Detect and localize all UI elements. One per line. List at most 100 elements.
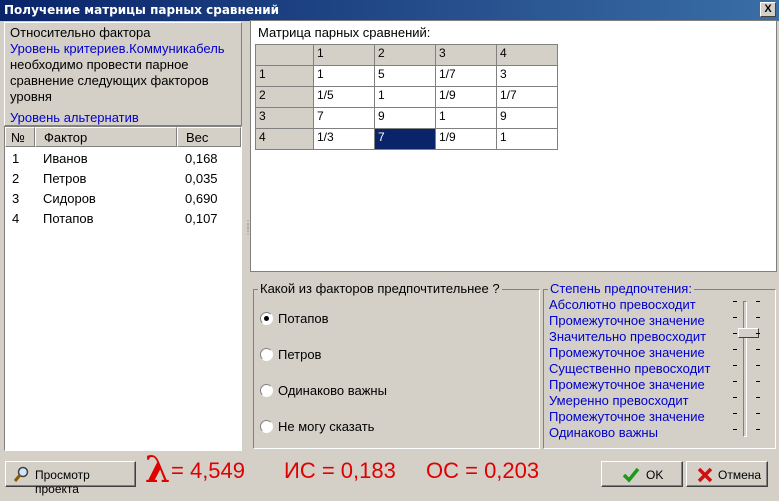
factor-name: Иванов [43, 151, 88, 166]
degree-label: Промежуточное значение [549, 345, 705, 360]
column-header-weight[interactable]: Вес [177, 127, 241, 147]
factor-name: Сидоров [43, 191, 96, 206]
lambda-value: = 4,549 [171, 458, 246, 483]
matrix-cell[interactable]: 1/3 [313, 128, 375, 150]
cancel-x-icon [697, 467, 713, 483]
radio-label: Не могу сказать [278, 419, 375, 434]
magnifier-icon [13, 466, 29, 482]
factor-weight: 0,168 [185, 151, 218, 166]
close-button[interactable]: X [760, 2, 776, 17]
close-icon: X [764, 3, 772, 15]
table-row[interactable]: 1 Иванов 0,168 [5, 149, 241, 169]
factor-weight: 0,107 [185, 211, 218, 226]
degree-label: Абсолютно превосходит [549, 297, 696, 312]
factor-name: Потапов [43, 211, 94, 226]
matrix-cell[interactable]: 1/9 [435, 128, 497, 150]
info-criterion-level: Уровень критериев.Коммуникабель [10, 41, 225, 56]
degree-title: Степень предпочтения: [548, 281, 694, 296]
radio-button-icon[interactable] [260, 312, 273, 325]
comparison-matrix[interactable]: 1 2 3 4 1 1 5 1/7 3 2 1/5 1 1/9 1/7 3 7 9 1 9 4 1/3 7 1/9 1 [255, 44, 558, 150]
info-line-3: необходимо провести парное [10, 57, 189, 72]
info-line-4: сравнение следующих факторов [10, 73, 209, 88]
splitter-handle[interactable]: ⋮ ⋮ ⋮ [244, 220, 252, 248]
matrix-corner [255, 44, 314, 66]
matrix-cell[interactable]: 1/9 [435, 86, 497, 108]
radio-button-icon[interactable] [260, 384, 273, 397]
radio-button-icon[interactable] [260, 420, 273, 433]
consistency-index: ИС = 0,183 [284, 458, 396, 483]
matrix-col-header: 1 [313, 44, 375, 66]
degree-scale-labels: Абсолютно превосходит Промежуточное значе… [549, 297, 710, 441]
matrix-cell[interactable]: 1 [435, 107, 497, 129]
consistency-ratio: ОС = 0,203 [426, 458, 540, 483]
factor-num: 3 [12, 191, 20, 206]
column-header-factor[interactable]: Фактор [35, 127, 177, 147]
degree-label: Одинаково важны [549, 425, 658, 440]
matrix-label: Матрица парных сравнений: [258, 25, 431, 40]
matrix-row-header: 1 [255, 65, 314, 87]
matrix-panel: Матрица парных сравнений: 1 2 3 4 1 1 5 1/7 3 2 1/… [250, 20, 777, 272]
slider-ticks [733, 301, 739, 437]
degree-label: Промежуточное значение [549, 313, 705, 328]
factor-num: 4 [12, 211, 20, 226]
degree-label: Существенно превосходит [549, 361, 711, 376]
info-alternatives-level: Уровень альтернатив [10, 110, 139, 125]
preference-question-group: Какой из факторов предпочтительнее ? Пот… [253, 281, 540, 449]
matrix-cell[interactable]: 1 [496, 128, 558, 150]
matrix-cell[interactable]: 7 [374, 128, 436, 150]
lambda-symbol: λ [145, 449, 171, 491]
degree-label: Промежуточное значение [549, 409, 705, 424]
matrix-cell[interactable]: 9 [374, 107, 436, 129]
matrix-cell[interactable]: 1/7 [496, 86, 558, 108]
matrix-col-header: 2 [374, 44, 436, 66]
factors-list[interactable]: № Фактор Вес 1 Иванов 0,168 2 Петров 0,035 3 Си… [4, 126, 242, 451]
matrix-cell[interactable]: 9 [496, 107, 558, 129]
factor-weight: 0,690 [185, 191, 218, 206]
table-row[interactable]: 3 Сидоров 0,690 [5, 189, 241, 209]
window-title: Получение матрицы парных сравнений [4, 3, 280, 17]
matrix-cell[interactable]: 1 [374, 86, 436, 108]
matrix-col-header: 4 [496, 44, 558, 66]
checkmark-icon [622, 467, 640, 483]
radio-option[interactable]: Петров [260, 346, 520, 364]
slider-ticks [756, 301, 762, 437]
matrix-cell[interactable]: 1/5 [313, 86, 375, 108]
matrix-row-header: 3 [255, 107, 314, 129]
factor-num: 1 [12, 151, 20, 166]
info-panel: Относительно фактора Уровень критериев.К… [4, 22, 242, 126]
table-row[interactable]: 2 Петров 0,035 [5, 169, 241, 189]
radio-label: Петров [278, 347, 322, 362]
radio-option[interactable]: Потапов [260, 310, 520, 328]
matrix-cell[interactable]: 7 [313, 107, 375, 129]
info-line-relative-to: Относительно фактора [10, 25, 151, 40]
radio-label: Потапов [278, 311, 329, 326]
radio-option[interactable]: Не могу сказать [260, 418, 520, 436]
radio-label: Одинаково важны [278, 383, 387, 398]
matrix-cell[interactable]: 1 [313, 65, 375, 87]
cancel-button[interactable]: Отмена [686, 461, 768, 487]
title-bar: Получение матрицы парных сравнений X [0, 0, 779, 21]
degree-label: Умеренно превосходит [549, 393, 689, 408]
radio-option[interactable]: Одинаково важны [260, 382, 520, 400]
matrix-cell[interactable]: 1/7 [435, 65, 497, 87]
degree-label: Значительно превосходит [549, 329, 707, 344]
preview-project-button[interactable]: Просмотр проекта [5, 461, 136, 496]
preference-degree-group: Степень предпочтения: Абсолютно превосхо… [543, 281, 776, 449]
factor-weight: 0,035 [185, 171, 218, 186]
factor-name: Петров [43, 171, 87, 186]
matrix-row-header: 4 [255, 128, 314, 150]
matrix-cell[interactable]: 5 [374, 65, 436, 87]
factor-num: 2 [12, 171, 20, 186]
question-title: Какой из факторов предпочтительнее ? [258, 281, 502, 296]
matrix-col-header: 3 [435, 44, 497, 66]
table-row[interactable]: 4 Потапов 0,107 [5, 209, 241, 229]
column-header-num[interactable]: № [5, 127, 35, 147]
degree-label: Промежуточное значение [549, 377, 705, 392]
matrix-cell[interactable]: 3 [496, 65, 558, 87]
degree-slider[interactable] [730, 295, 763, 443]
info-line-5: уровня [10, 89, 52, 104]
ok-button[interactable]: OK [601, 461, 683, 487]
radio-button-icon[interactable] [260, 348, 273, 361]
slider-track[interactable] [743, 301, 747, 437]
matrix-row-header: 2 [255, 86, 314, 108]
